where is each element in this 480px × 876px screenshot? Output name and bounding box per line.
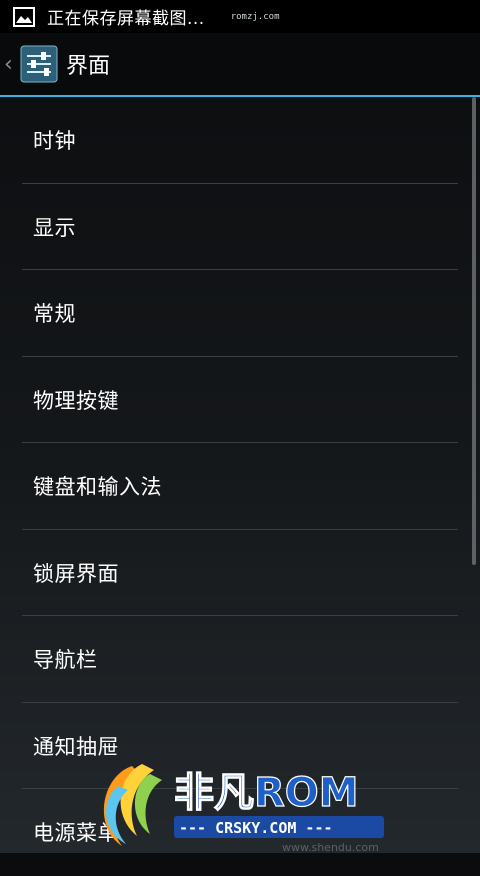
action-bar: ‹ 界面	[0, 33, 480, 95]
list-item-keyboard-input[interactable]: 键盘和输入法	[0, 443, 480, 530]
settings-sliders-icon[interactable]	[20, 45, 58, 83]
scrollbar[interactable]	[472, 97, 476, 565]
list-item-label: 锁屏界面	[33, 561, 119, 586]
status-notification-text: 正在保存屏幕截图...	[47, 9, 205, 29]
list-item-label: 键盘和输入法	[33, 475, 162, 500]
watermark-text: romzj.com	[230, 11, 280, 22]
list-item-label: 物理按键	[33, 388, 119, 413]
page-title: 界面	[66, 54, 111, 79]
chevron-left-icon[interactable]: ‹	[4, 52, 18, 77]
list-item-label: 时钟	[33, 129, 76, 154]
status-bar: 正在保存屏幕截图... romzj.com	[0, 0, 480, 33]
list-item-lockscreen[interactable]: 锁屏界面	[0, 530, 480, 616]
list-item-clock[interactable]: 时钟	[0, 97, 480, 184]
logo-text: 非凡ROM	[174, 770, 359, 816]
list-item-label: 常规	[33, 302, 76, 327]
image-icon	[13, 6, 35, 27]
logo-subtext: --- CRSKY.COM ---	[179, 819, 333, 837]
list-item-display[interactable]: 显示	[0, 184, 480, 270]
list-item-hardware-keys[interactable]: 物理按键	[0, 357, 480, 443]
watermark-logo: 非凡ROM --- CRSKY.COM --- www.shendu.com	[103, 764, 384, 853]
list-item-label: 导航栏	[33, 648, 98, 673]
list-item-label: 显示	[33, 215, 76, 240]
list-item-general[interactable]: 常规	[0, 270, 480, 357]
list-item-navigation-bar[interactable]: 导航栏	[0, 616, 480, 703]
watermark-url: www.shendu.com	[282, 841, 379, 853]
